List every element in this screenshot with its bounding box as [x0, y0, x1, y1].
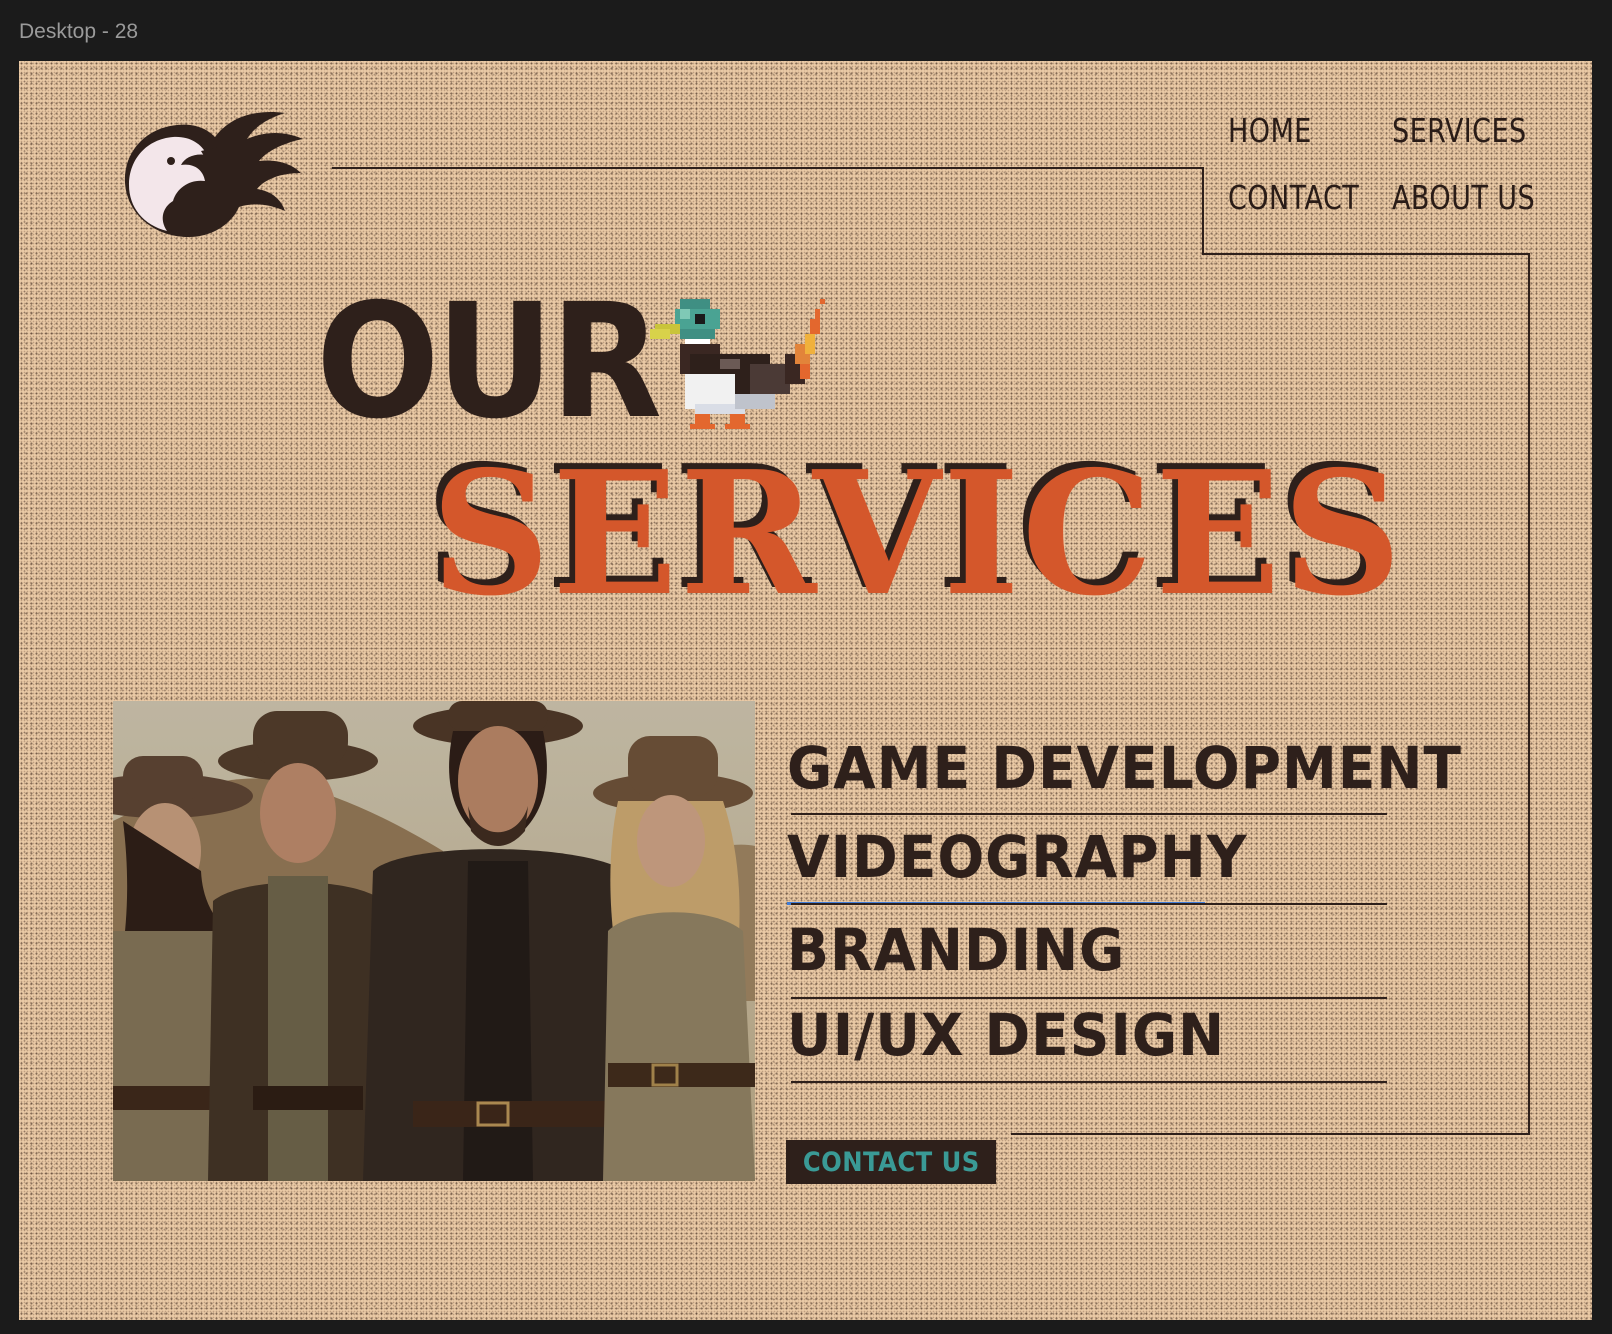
nav-contact[interactable]: CONTACT [1228, 178, 1359, 217]
hero-title-our: OUR [316, 270, 662, 454]
nav-home[interactable]: HOME [1228, 111, 1312, 150]
service-divider [791, 903, 1387, 905]
nav-services[interactable]: SERVICES [1392, 111, 1527, 150]
contact-us-button[interactable]: CONTACT US [786, 1140, 996, 1184]
service-videography[interactable]: VIDEOGRAPHY [787, 828, 1248, 886]
service-game-development[interactable]: GAME DEVELOPMENT [787, 739, 1462, 797]
service-branding[interactable]: BRANDING [787, 921, 1125, 979]
service-divider [791, 1081, 1387, 1083]
nav-about-us[interactable]: ABOUT US [1392, 178, 1535, 217]
frame-label: Desktop - 28 [19, 20, 139, 43]
service-divider [791, 997, 1387, 999]
flaming-bird-logo[interactable] [115, 103, 305, 243]
pixel-duck-icon [650, 299, 825, 429]
service-ui-ux-design[interactable]: UI/UX DESIGN [787, 1006, 1225, 1064]
contact-us-label: CONTACT US [802, 1146, 980, 1178]
hero-title-services: SERVICES [431, 434, 1404, 634]
service-divider [791, 813, 1387, 815]
team-photo [113, 701, 755, 1181]
desktop-frame: HOME SERVICES CONTACT ABOUT US OUR SERVI… [19, 61, 1592, 1320]
